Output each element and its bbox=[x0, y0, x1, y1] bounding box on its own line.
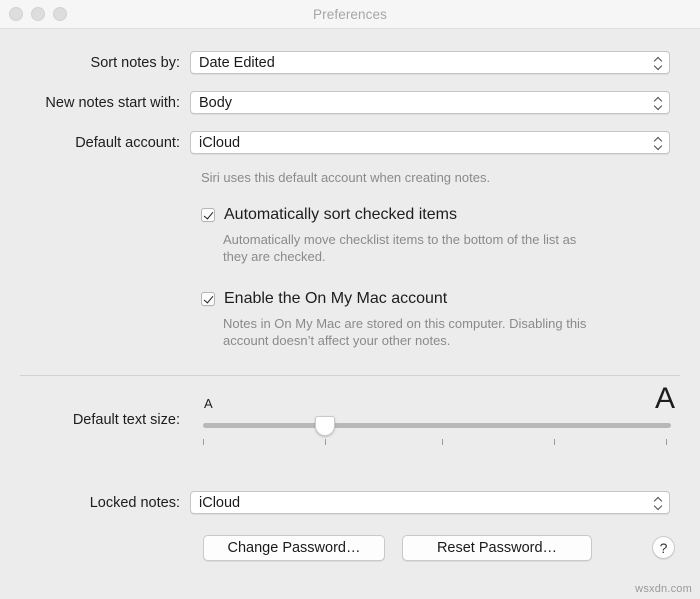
sort-notes-by-label: Sort notes by: bbox=[90, 54, 180, 71]
slider-tick bbox=[666, 439, 668, 445]
traffic-lights bbox=[9, 7, 67, 21]
text-size-small-a-marker: A bbox=[204, 396, 213, 411]
text-size-large-a-marker: A bbox=[655, 382, 676, 415]
reset-password-button[interactable]: Reset Password… bbox=[402, 535, 592, 561]
auto-sort-checked-items-checkbox[interactable] bbox=[201, 208, 215, 222]
preferences-content: Sort notes by: Date Edited New notes sta… bbox=[0, 29, 700, 599]
title-bar: Preferences bbox=[0, 0, 700, 29]
row-sort-notes-by: Sort notes by: Date Edited bbox=[0, 51, 700, 74]
auto-sort-checked-items-label: Automatically sort checked items bbox=[224, 206, 457, 223]
default-account-value: iCloud bbox=[199, 134, 241, 151]
chevron-updown-icon bbox=[653, 135, 662, 151]
minimize-button[interactable] bbox=[31, 7, 45, 21]
default-text-size-slider[interactable] bbox=[203, 411, 671, 449]
zoom-button[interactable] bbox=[53, 7, 67, 21]
watermark: wsxdn.com bbox=[635, 583, 692, 595]
window-title: Preferences bbox=[313, 6, 387, 22]
row-new-notes-start-with: New notes start with: Body bbox=[0, 91, 700, 114]
row-locked-notes: Locked notes: iCloud bbox=[0, 491, 700, 514]
locked-notes-value: iCloud bbox=[199, 494, 241, 511]
preferences-window: Preferences Sort notes by: Date Edited N… bbox=[0, 0, 700, 599]
new-notes-start-with-label: New notes start with: bbox=[45, 94, 180, 111]
change-password-button[interactable]: Change Password… bbox=[203, 535, 385, 561]
slider-tick bbox=[203, 439, 204, 445]
slider-tick-marks bbox=[203, 439, 671, 447]
slider-tick bbox=[554, 439, 555, 445]
slider-tick bbox=[441, 439, 443, 445]
default-account-select[interactable]: iCloud bbox=[190, 131, 670, 154]
locked-notes-select[interactable]: iCloud bbox=[190, 491, 670, 514]
slider-track[interactable] bbox=[203, 423, 671, 428]
help-button[interactable]: ? bbox=[652, 536, 675, 559]
default-account-hint: Siri uses this default account when crea… bbox=[201, 170, 491, 185]
sort-notes-by-value: Date Edited bbox=[199, 54, 275, 71]
chevron-updown-icon bbox=[653, 495, 662, 511]
enable-on-my-mac-hint-line1: Notes in On My Mac are stored on this co… bbox=[223, 316, 587, 331]
slider-tick bbox=[324, 439, 326, 445]
chevron-updown-icon bbox=[653, 55, 662, 71]
enable-on-my-mac-hint-line2: account doesn’t affect your other notes. bbox=[223, 333, 451, 348]
chevron-updown-icon bbox=[653, 95, 662, 111]
auto-sort-checked-items-hint-line1: Automatically move checklist items to th… bbox=[223, 232, 577, 247]
sort-notes-by-select[interactable]: Date Edited bbox=[190, 51, 670, 74]
locked-notes-label: Locked notes: bbox=[89, 494, 180, 511]
enable-on-my-mac-label: Enable the On My Mac account bbox=[224, 290, 448, 307]
auto-sort-checked-items-hint-line2: they are checked. bbox=[223, 249, 326, 264]
auto-sort-checked-items-checkbox-row[interactable]: Automatically sort checked items bbox=[201, 205, 457, 224]
enable-on-my-mac-checkbox-row[interactable]: Enable the On My Mac account bbox=[201, 289, 447, 308]
row-default-account: Default account: iCloud bbox=[0, 131, 700, 154]
new-notes-start-with-value: Body bbox=[199, 94, 233, 111]
slider-knob[interactable] bbox=[314, 416, 335, 436]
enable-on-my-mac-checkbox[interactable] bbox=[201, 292, 215, 306]
default-account-label: Default account: bbox=[75, 134, 180, 151]
close-button[interactable] bbox=[9, 7, 23, 21]
default-text-size-label: Default text size: bbox=[72, 412, 180, 428]
new-notes-start-with-select[interactable]: Body bbox=[190, 91, 670, 114]
section-divider bbox=[20, 375, 680, 376]
